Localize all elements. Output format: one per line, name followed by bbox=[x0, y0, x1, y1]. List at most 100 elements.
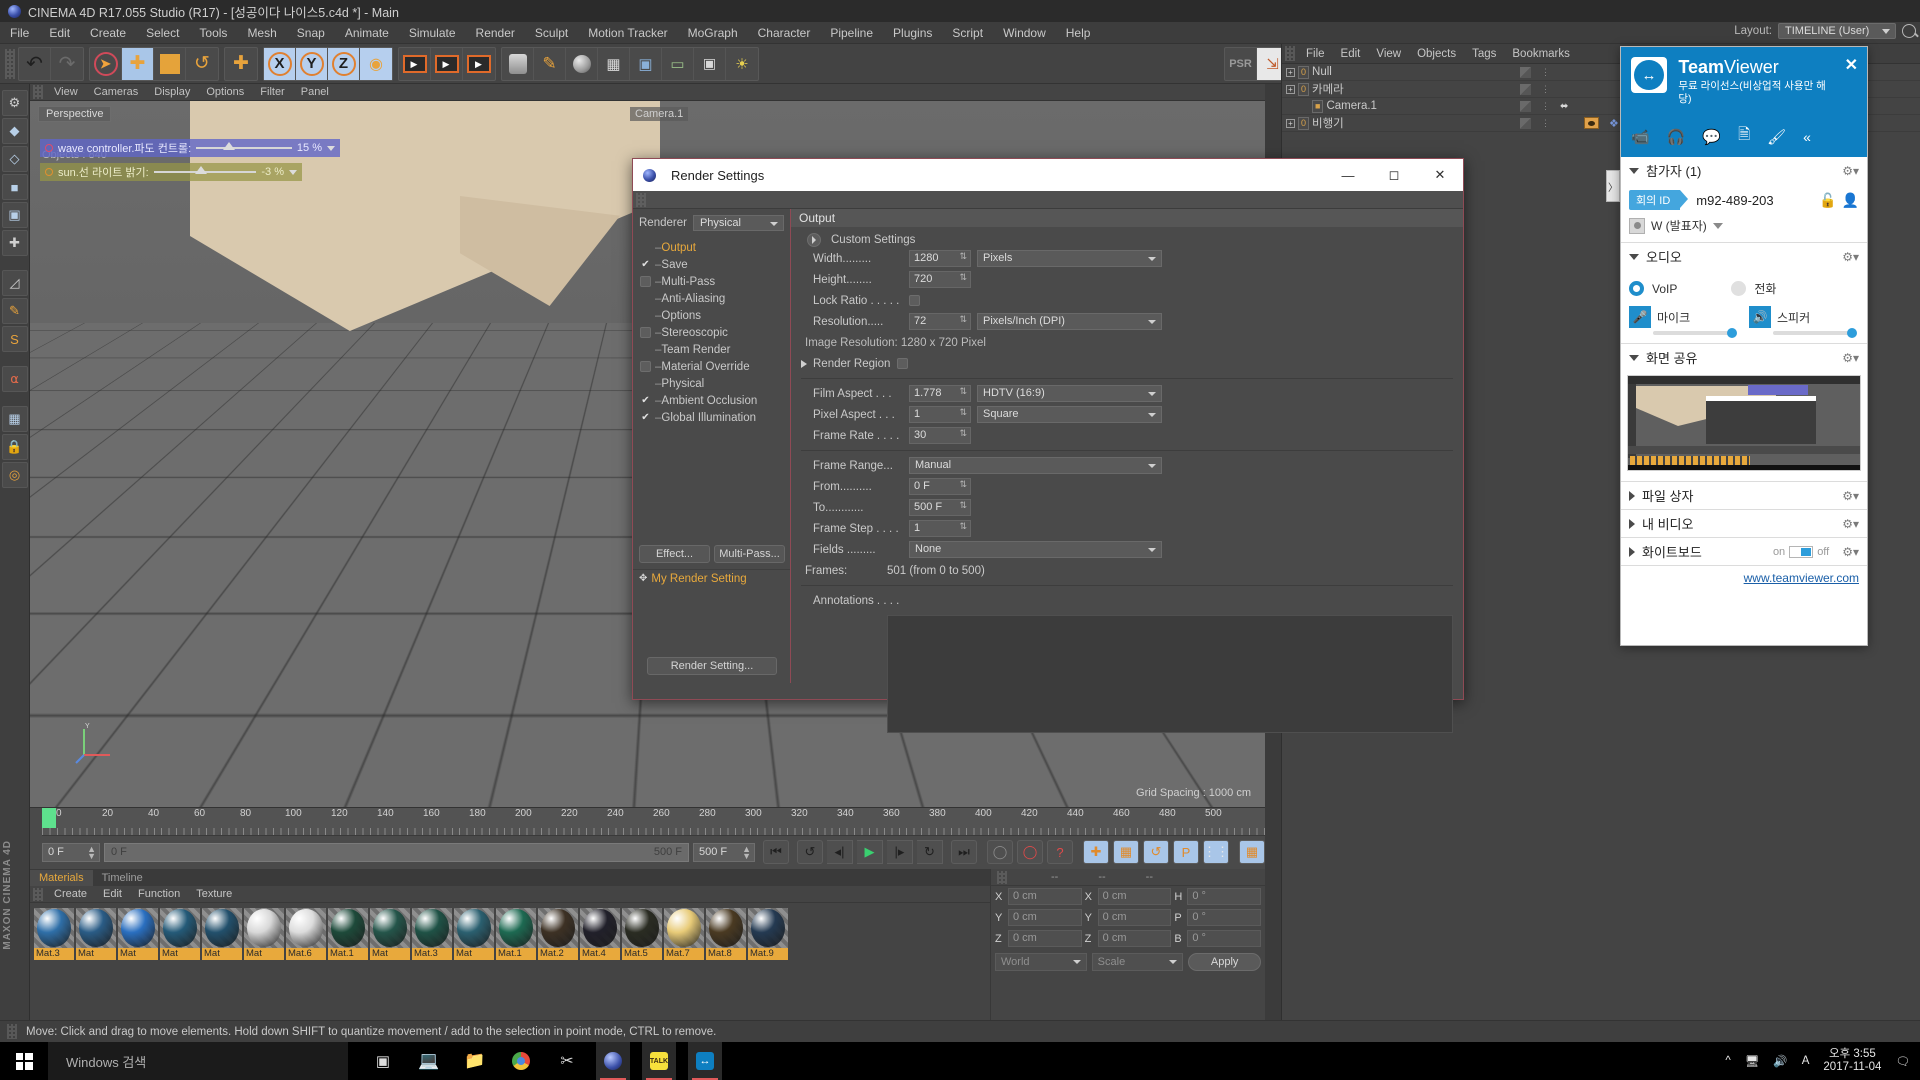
render-settings-tree-item[interactable]: ✔ – Ambient Occlusion bbox=[633, 392, 790, 409]
material-cell[interactable]: Mat bbox=[244, 908, 284, 960]
toolbar-grip[interactable] bbox=[5, 48, 15, 79]
menu-item-snap[interactable]: Snap bbox=[287, 22, 335, 44]
whiteboard-toggle[interactable] bbox=[1789, 545, 1814, 558]
menu-item-mesh[interactable]: Mesh bbox=[237, 22, 286, 44]
phone-radio[interactable] bbox=[1731, 281, 1747, 296]
viewport-menu-panel[interactable]: Panel bbox=[293, 86, 337, 98]
material-cell[interactable]: Mat.9 bbox=[748, 908, 788, 960]
action-center-icon[interactable]: 🗨 bbox=[1895, 1054, 1910, 1068]
material-swatch[interactable] bbox=[454, 908, 494, 948]
notes-icon[interactable]: 🗎 bbox=[1738, 124, 1750, 149]
teamviewer-icon[interactable]: ↔ bbox=[688, 1042, 722, 1080]
gear-icon[interactable]: ⚙▾ bbox=[1842, 164, 1859, 178]
b-rotation-field[interactable]: 0 ° bbox=[1187, 930, 1262, 947]
tab-timeline[interactable]: Timeline bbox=[93, 870, 152, 886]
material-swatch[interactable] bbox=[202, 908, 242, 948]
psr-constraint-tag-icon[interactable]: ❖ bbox=[1609, 117, 1619, 130]
material-swatch[interactable] bbox=[748, 908, 788, 948]
video-camera-icon[interactable]: 📹 bbox=[1631, 128, 1650, 146]
menu-item-plugins[interactable]: Plugins bbox=[883, 22, 942, 44]
stepper-icon[interactable]: ⇅ bbox=[959, 522, 967, 531]
menu-item-animate[interactable]: Animate bbox=[335, 22, 399, 44]
material-cell[interactable]: Mat.1 bbox=[328, 908, 368, 960]
ime-indicator-icon[interactable]: A bbox=[1802, 1055, 1810, 1067]
transform-tool-button[interactable]: ⚙ bbox=[1, 90, 28, 116]
y-position-field[interactable]: 0 cm bbox=[1008, 909, 1082, 926]
material-swatch[interactable] bbox=[664, 908, 704, 948]
expand-collapse-icon[interactable]: + bbox=[1286, 118, 1295, 128]
stepper-icon[interactable]: ⇅ bbox=[959, 273, 967, 282]
chevron-down-icon[interactable] bbox=[289, 169, 297, 175]
viewport-menu-options[interactable]: Options bbox=[198, 86, 252, 98]
menu-item-mograph[interactable]: MoGraph bbox=[678, 22, 748, 44]
materials-menu-function[interactable]: Function bbox=[130, 888, 188, 900]
unlock-icon[interactable]: 🔓 bbox=[1819, 192, 1836, 209]
y-size-field[interactable]: 0 cm bbox=[1097, 909, 1172, 926]
speaker-volume-slider[interactable] bbox=[1773, 328, 1857, 338]
menu-item-window[interactable]: Window bbox=[993, 22, 1056, 44]
material-swatch[interactable] bbox=[538, 908, 578, 948]
material-cell[interactable]: Mat.7 bbox=[664, 908, 704, 960]
stepper-icon[interactable]: ⇅ bbox=[959, 480, 967, 489]
dialog-maximize-button[interactable]: ◻ bbox=[1371, 159, 1417, 191]
collapse-chevrons-icon[interactable]: « bbox=[1803, 129, 1811, 145]
viewport-menu-filter[interactable]: Filter bbox=[252, 86, 292, 98]
screen-share-section-header[interactable]: 화면 공유 ⚙▾ bbox=[1621, 344, 1867, 371]
render-settings-tree-item[interactable]: – Physical bbox=[633, 375, 790, 392]
mic-volume-slider[interactable] bbox=[1653, 328, 1737, 338]
material-cell[interactable]: Mat bbox=[160, 908, 200, 960]
layout-dropdown[interactable]: TIMELINE (User) bbox=[1778, 23, 1896, 39]
dialog-minimize-button[interactable]: — bbox=[1325, 159, 1371, 191]
x-size-field[interactable]: 0 cm bbox=[1097, 888, 1172, 905]
go-to-previous-key-button[interactable]: ↺ bbox=[797, 840, 823, 864]
bend-deformer-button[interactable]: ▣ bbox=[630, 47, 662, 80]
material-cell[interactable]: Mat bbox=[76, 908, 116, 960]
hud-keyframe-dot-icon[interactable] bbox=[45, 144, 53, 152]
status-bar-grip[interactable] bbox=[7, 1024, 17, 1039]
hud-slider-wave-controller[interactable]: wave controller.파도 컨트롤: 15 % bbox=[40, 139, 340, 157]
material-swatch[interactable] bbox=[622, 908, 662, 948]
lock-ratio-checkbox[interactable] bbox=[909, 295, 920, 306]
frame-step-field[interactable]: 1 ⇅ bbox=[909, 520, 971, 537]
hud-slider-sun-light[interactable]: sun.선 라이트 밝기: -3 % bbox=[40, 163, 302, 181]
material-cell[interactable]: Mat.3 bbox=[34, 908, 74, 960]
point-level-animation-button[interactable]: ⋮⋮ bbox=[1203, 840, 1229, 864]
menu-item-simulate[interactable]: Simulate bbox=[399, 22, 466, 44]
editor-render-dots-icon[interactable]: ⋮ bbox=[1541, 84, 1550, 94]
pixel-aspect-preset-dropdown[interactable]: Square bbox=[977, 406, 1162, 423]
render-settings-tree-item[interactable]: ✔ – Save bbox=[633, 256, 790, 273]
target-tag-icon[interactable]: ⬌ bbox=[1560, 101, 1568, 112]
scale-key-button[interactable]: ▦ bbox=[1113, 840, 1139, 864]
material-swatch[interactable] bbox=[580, 908, 620, 948]
play-button[interactable]: ▶ bbox=[857, 840, 883, 864]
render-settings-tree-item[interactable]: – Multi-Pass bbox=[633, 273, 790, 290]
visibility-toggle-icon[interactable] bbox=[1520, 100, 1531, 112]
visibility-toggle-icon[interactable] bbox=[1520, 117, 1531, 129]
stepper-icon[interactable]: ▲ ▼ bbox=[87, 844, 96, 860]
material-cell[interactable]: Mat.2 bbox=[538, 908, 578, 960]
coordinates-grip[interactable] bbox=[997, 870, 1007, 884]
material-cell[interactable]: Mat bbox=[118, 908, 158, 960]
move-axis-button[interactable]: ✚ bbox=[225, 48, 257, 80]
cinema4d-icon[interactable] bbox=[596, 1042, 630, 1080]
gear-icon[interactable]: ⚙▾ bbox=[1842, 250, 1859, 264]
width-field[interactable]: 1280 ⇅ bbox=[909, 250, 971, 267]
material-swatch[interactable] bbox=[34, 908, 74, 948]
live-selection-tool-button[interactable]: ➤ bbox=[90, 47, 122, 80]
world-object-coord-button[interactable]: ◉ bbox=[360, 47, 392, 80]
render-pass-checkbox[interactable] bbox=[639, 361, 652, 373]
timeline-scrubber[interactable]: 0 F 500 F bbox=[104, 842, 689, 862]
object-axis-button[interactable]: ✚ bbox=[1, 230, 28, 256]
viewport-menu-display[interactable]: Display bbox=[146, 86, 198, 98]
material-swatch[interactable] bbox=[370, 908, 410, 948]
gear-icon[interactable]: ⚙▾ bbox=[1842, 517, 1859, 531]
visibility-toggle-icon[interactable] bbox=[1520, 66, 1531, 78]
lock-y-axis-button[interactable]: Y bbox=[296, 47, 328, 80]
windows-search-box[interactable]: Windows 검색 bbox=[48, 1042, 348, 1080]
file-explorer-icon[interactable]: 📁 bbox=[458, 1042, 492, 1080]
material-cell[interactable]: Mat.3 bbox=[412, 908, 452, 960]
annotations-textarea[interactable] bbox=[887, 615, 1453, 733]
texture-axis-button[interactable]: ▦ bbox=[1, 406, 28, 432]
rotation-key-button[interactable]: ↺ bbox=[1143, 840, 1169, 864]
start-button[interactable] bbox=[0, 1042, 48, 1080]
